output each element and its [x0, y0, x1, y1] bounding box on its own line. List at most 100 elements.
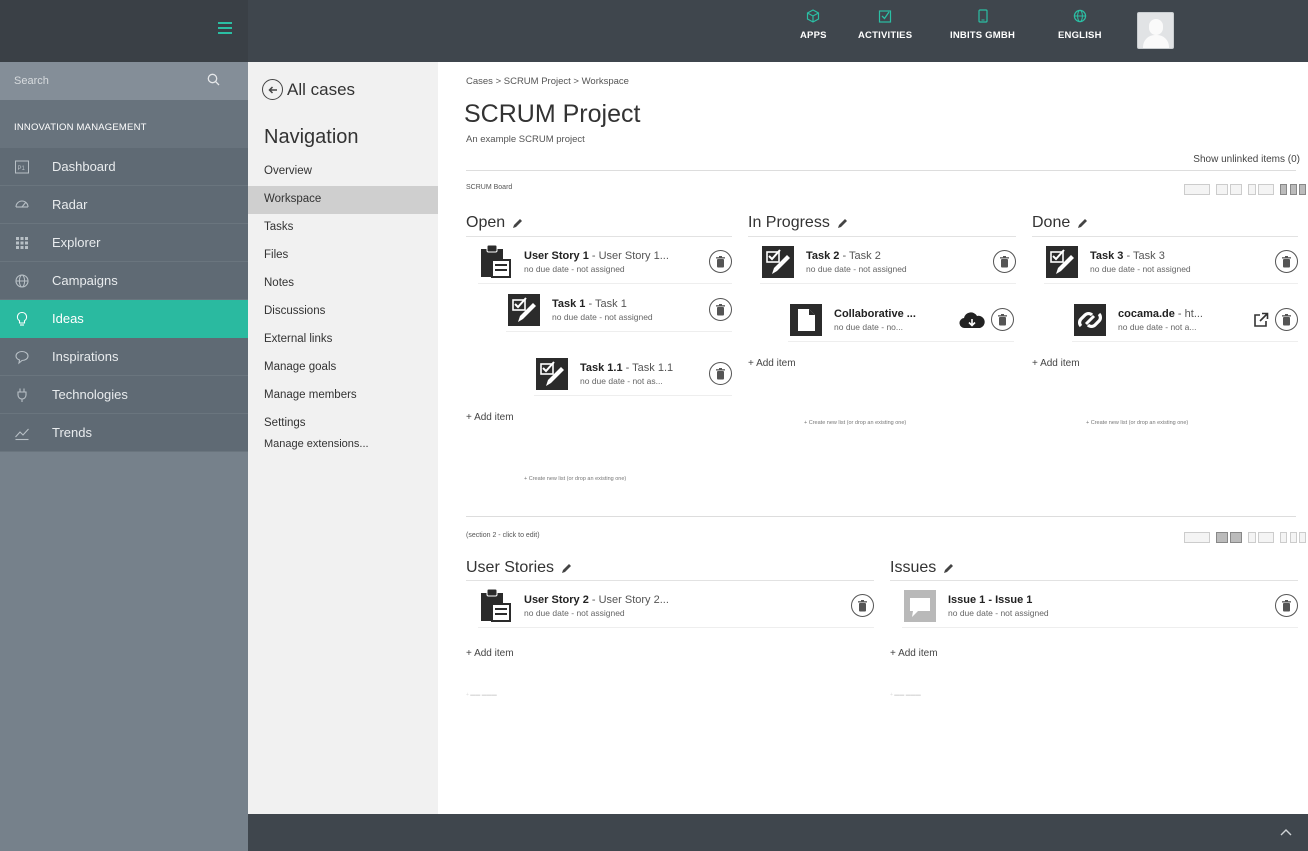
nav-link-workspace[interactable]: Workspace	[248, 186, 438, 214]
back-label: All cases	[287, 79, 356, 99]
create-new-list-link[interactable]: + Create new list (or drop an existing o…	[804, 420, 906, 426]
nav-link-tasks[interactable]: Tasks	[248, 214, 438, 242]
layout-one-column-icon[interactable]	[1184, 184, 1210, 195]
delete-trash-icon[interactable]	[1275, 594, 1298, 617]
sidebar-item-label: Technologies	[52, 387, 128, 402]
delete-trash-icon[interactable]	[709, 298, 732, 321]
add-item-issues[interactable]: + Add item	[890, 648, 938, 659]
card-title-rest: - User Story 2...	[588, 593, 669, 606]
top-bar-left-zone	[0, 0, 248, 62]
card-title: Issue 1	[948, 593, 986, 606]
search-input[interactable]: Search	[14, 75, 49, 87]
nav-link-manage-goals[interactable]: Manage goals	[248, 354, 438, 382]
card-cocama-link[interactable]: cocama.de - ht... no due date - not a...	[1072, 298, 1298, 342]
create-new-list-faint[interactable]: + ▬▬ ▬▬▬	[466, 692, 497, 698]
card-task-2[interactable]: Task 2 - Task 2 no due date - not assign…	[760, 240, 1016, 284]
pencil-edit-icon[interactable]	[837, 218, 848, 229]
section-label-section-2[interactable]: (section 2 - click to edit)	[466, 532, 540, 539]
create-new-list-link[interactable]: + Create new list (or drop an existing o…	[524, 476, 626, 482]
radar-icon	[15, 199, 29, 208]
card-meta: no due date - not assigned	[1090, 263, 1191, 274]
nav-link-external-links[interactable]: External links	[248, 326, 438, 354]
nav-link-discussions[interactable]: Discussions	[248, 298, 438, 326]
delete-trash-icon[interactable]	[1275, 250, 1298, 273]
delete-trash-icon[interactable]	[709, 250, 732, 273]
create-new-list-link[interactable]: + Create new list (or drop an existing o…	[1086, 420, 1188, 426]
topnav-activities[interactable]: ACTIVITIES	[858, 6, 912, 41]
pencil-edit-icon[interactable]	[561, 563, 572, 574]
user-avatar[interactable]	[1137, 12, 1174, 49]
pencil-edit-icon[interactable]	[1077, 218, 1088, 229]
chat-bubble-icon	[15, 350, 29, 364]
topnav-activities-label: ACTIVITIES	[858, 30, 913, 41]
card-collaborative-document[interactable]: Collaborative ... no due date - no...	[788, 298, 1014, 342]
sidebar-item-label: Explorer	[52, 235, 101, 250]
delete-trash-icon[interactable]	[991, 308, 1014, 331]
avatar-head-shape	[1149, 19, 1163, 35]
show-unlinked-items-link[interactable]: Show unlinked items (0)	[1193, 154, 1300, 165]
add-item-done[interactable]: + Add item	[1032, 358, 1080, 369]
back-all-cases-link[interactable]: All cases	[262, 79, 355, 100]
delete-trash-icon[interactable]	[993, 250, 1016, 273]
sidebar-item-inspirations[interactable]: Inspirations	[0, 338, 248, 376]
layout-narrow-wide-icon[interactable]	[1248, 532, 1274, 543]
delete-trash-icon[interactable]	[851, 594, 874, 617]
bottom-bar	[248, 814, 1308, 851]
sidebar-search[interactable]: Search	[0, 62, 248, 100]
nav-link-settings[interactable]: Settings	[248, 410, 438, 438]
sidebar-item-dashboard[interactable]: P1 Dashboard	[0, 148, 248, 186]
card-user-story-1[interactable]: User Story 1 - User Story 1... no due da…	[478, 240, 732, 284]
card-task-1-1[interactable]: Task 1.1 - Task 1.1 no due date - not as…	[534, 352, 732, 396]
pencil-edit-icon[interactable]	[943, 563, 954, 574]
topnav-company[interactable]: INBITS GMBH	[950, 6, 1015, 41]
layout-one-column-icon[interactable]	[1184, 532, 1210, 543]
card-title-rest: - Task 3	[1123, 249, 1165, 262]
checkbox-icon	[879, 10, 892, 23]
card-issue-1[interactable]: Issue 1 - Issue 1 no due date - not assi…	[902, 584, 1298, 628]
add-item-open[interactable]: + Add item	[466, 412, 514, 423]
chevron-up-icon[interactable]	[1280, 827, 1292, 837]
delete-trash-icon[interactable]	[709, 362, 732, 385]
dashboard-icon: P1	[15, 160, 29, 173]
sidebar-item-trends[interactable]: Trends	[0, 414, 248, 452]
card-title: User Story 2	[524, 593, 589, 606]
card-user-story-2[interactable]: User Story 2 - User Story 2... no due da…	[478, 584, 874, 628]
sidebar-item-label: Campaigns	[52, 273, 118, 288]
layout-three-column-icon[interactable]	[1280, 532, 1306, 543]
sidebar-item-ideas[interactable]: Ideas	[0, 300, 248, 338]
nav-link-notes[interactable]: Notes	[248, 270, 438, 298]
breadcrumb[interactable]: Cases > SCRUM Project > Workspace	[466, 76, 629, 87]
nav-link-files[interactable]: Files	[248, 242, 438, 270]
card-meta: no due date - not assigned	[524, 263, 625, 274]
section-label-scrum-board[interactable]: SCRUM Board	[466, 184, 512, 191]
add-item-user-stories[interactable]: + Add item	[466, 648, 514, 659]
create-new-list-faint[interactable]: + ▬▬ ▬▬▬	[890, 692, 921, 698]
pencil-edit-icon[interactable]	[512, 218, 523, 229]
layout-narrow-wide-icon[interactable]	[1248, 184, 1274, 195]
sidebar-item-technologies[interactable]: Technologies	[0, 376, 248, 414]
topnav-apps[interactable]: APPS	[800, 6, 827, 41]
add-item-in-progress[interactable]: + Add item	[748, 358, 796, 369]
cube-icon	[807, 9, 820, 23]
sidebar-item-explorer[interactable]: Explorer	[0, 224, 248, 262]
nav-link-manage-extensions[interactable]: Manage extensions...	[248, 438, 438, 462]
list-title-issues: Issues	[890, 559, 954, 577]
navigation-list: Overview Workspace Tasks Files Notes Dis…	[248, 158, 438, 462]
card-task-1[interactable]: Task 1 - Task 1 no due date - not assign…	[506, 288, 732, 332]
card-title: Task 3	[1090, 249, 1124, 262]
external-link-icon[interactable]	[1253, 312, 1269, 328]
delete-trash-icon[interactable]	[1275, 308, 1298, 331]
layout-three-column-icon[interactable]	[1280, 184, 1306, 195]
cloud-download-icon[interactable]	[959, 311, 985, 329]
layout-two-column-icon[interactable]	[1216, 184, 1242, 195]
nav-link-manage-members[interactable]: Manage members	[248, 382, 438, 410]
search-icon[interactable]	[207, 73, 220, 86]
sidebar-item-radar[interactable]: Radar	[0, 186, 248, 224]
card-task-3[interactable]: Task 3 - Task 3 no due date - not assign…	[1044, 240, 1298, 284]
sidebar-item-campaigns[interactable]: Campaigns	[0, 262, 248, 300]
hamburger-menu-icon[interactable]	[218, 22, 232, 36]
list-underline	[466, 580, 874, 581]
topnav-language[interactable]: ENGLISH	[1058, 6, 1102, 41]
layout-two-column-icon[interactable]	[1216, 532, 1242, 543]
nav-link-overview[interactable]: Overview	[248, 158, 438, 186]
